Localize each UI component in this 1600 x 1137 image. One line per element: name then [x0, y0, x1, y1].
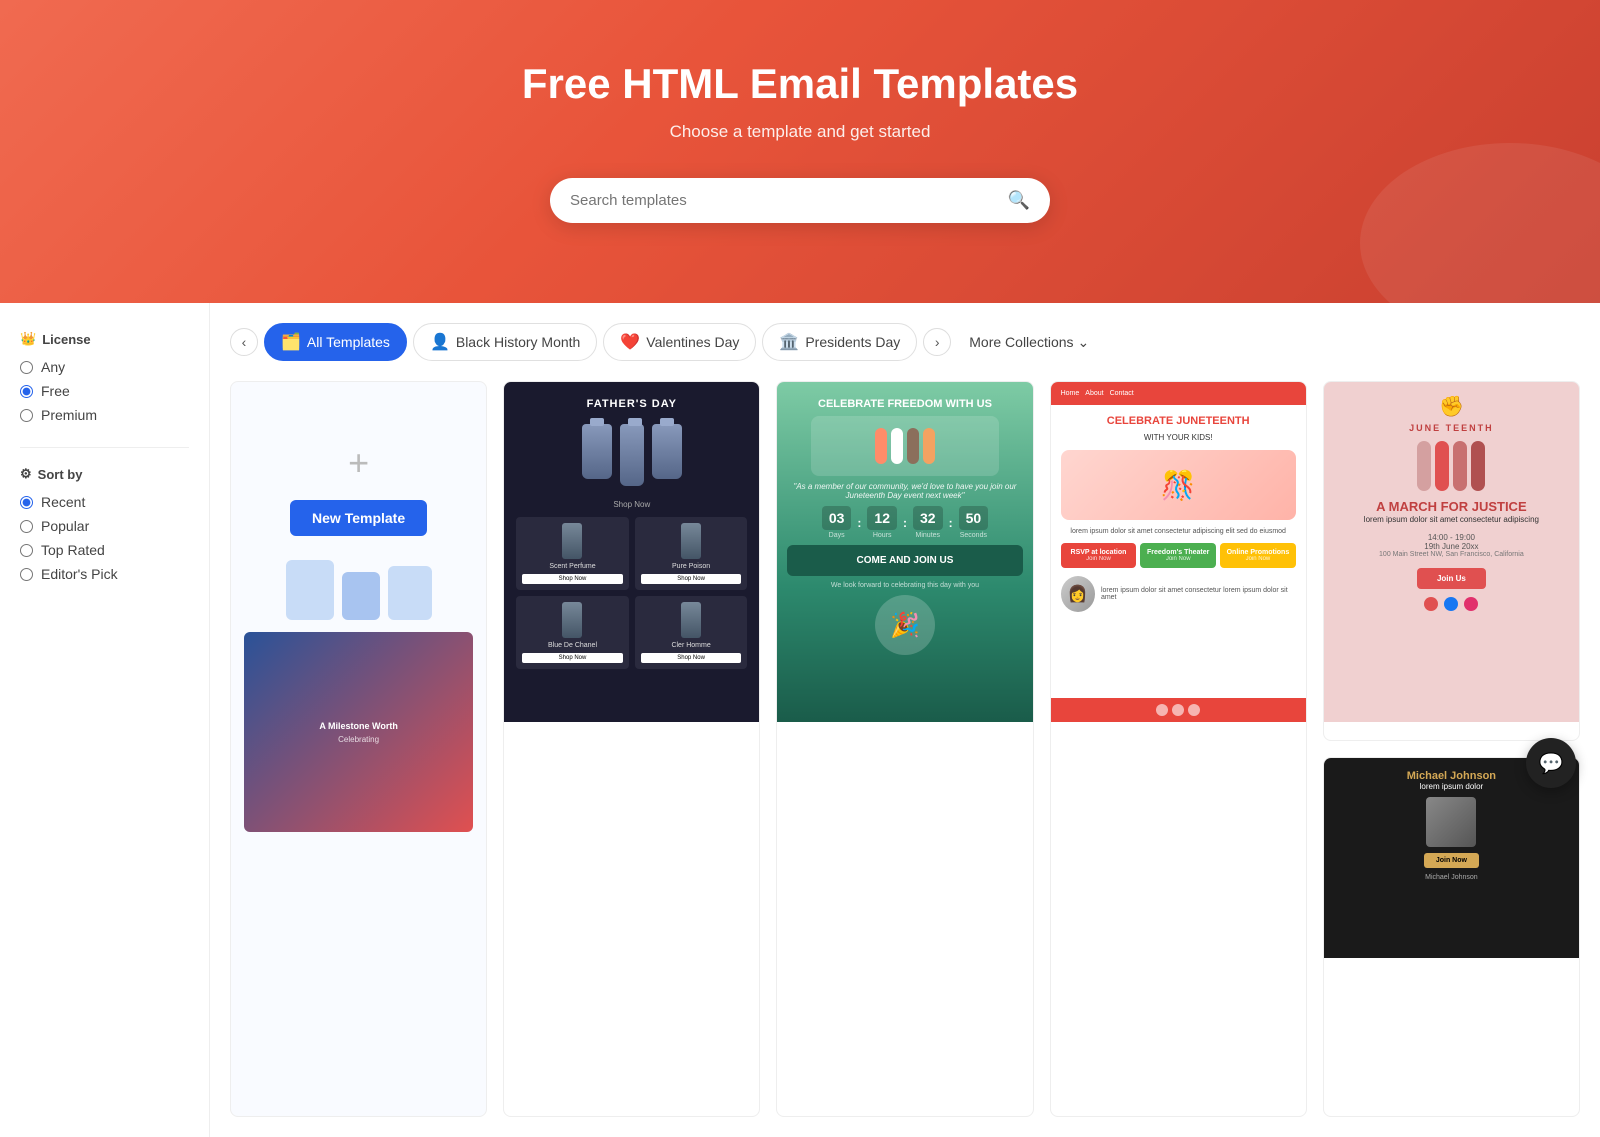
milestone-mini-preview: A Milestone Worth Celebrating: [244, 632, 474, 832]
license-premium-radio[interactable]: [20, 409, 33, 422]
more-collections-button[interactable]: More Collections ⌄: [957, 326, 1101, 359]
sort-top-rated-radio[interactable]: [20, 544, 33, 557]
bottle-1: [582, 424, 612, 479]
search-bar: 🔍: [550, 178, 1050, 223]
new-template-illustration: [270, 560, 448, 620]
juneteenth-green-preview: CELEBRATE FREEDOM WITH US "As a member o…: [777, 382, 1032, 722]
sort-editors-pick-radio[interactable]: [20, 568, 33, 581]
sortby-radio-group: Recent Popular Top Rated Editor's Pick: [20, 494, 189, 582]
presidents-icon: 🏛️: [779, 332, 799, 352]
hero-section: Free HTML Email Templates Choose a templ…: [0, 0, 1600, 303]
valentines-icon: ❤️: [620, 332, 640, 352]
tab-valentines-day[interactable]: ❤️ Valentines Day: [603, 323, 756, 361]
license-section-title: 👑 License: [20, 331, 189, 347]
sort-popular[interactable]: Popular: [20, 518, 189, 534]
hero-subtitle: Choose a template and get started: [20, 122, 1580, 142]
all-templates-icon: 🗂️: [281, 332, 301, 352]
sort-editors-pick[interactable]: Editor's Pick: [20, 566, 189, 582]
license-free-radio[interactable]: [20, 385, 33, 398]
hero-title: Free HTML Email Templates: [20, 60, 1580, 108]
template-card-fathers-day[interactable]: FATHER'S DAY Shop Now Scent Perfume Shop…: [503, 381, 760, 1117]
template-card-juneteenth-red[interactable]: Home About Contact CELEBRATE JUNETEENTH …: [1050, 381, 1307, 1117]
sort-popular-radio[interactable]: [20, 520, 33, 533]
plus-icon: +: [348, 442, 369, 484]
tab-presidents-day[interactable]: 🏛️ Presidents Day: [762, 323, 917, 361]
product-1: Scent Perfume Shop Now: [516, 517, 629, 590]
collection-tabs: ‹ 🗂️ All Templates 👤 Black History Month…: [230, 323, 1580, 361]
profile-photo: [1426, 797, 1476, 847]
tab-all-templates[interactable]: 🗂️ All Templates: [264, 323, 407, 361]
sort-top-rated[interactable]: Top Rated: [20, 542, 189, 558]
search-icon[interactable]: 🔍: [1008, 190, 1030, 211]
product-2: Pure Poison Shop Now: [635, 517, 748, 590]
sidebar: 👑 License Any Free Premium ⚙ Sort by: [0, 303, 210, 1137]
product-4: Cler Homme Shop Now: [635, 596, 748, 669]
template-card-march-justice[interactable]: ✊ JUNE TEENTH A MARCH FOR JUSTICE lorem …: [1323, 381, 1580, 741]
license-any-radio[interactable]: [20, 361, 33, 374]
templates-area: ‹ 🗂️ All Templates 👤 Black History Month…: [210, 303, 1600, 1137]
juneteenth-red-preview: Home About Contact CELEBRATE JUNETEENTH …: [1051, 382, 1306, 722]
march-justice-preview: ✊ JUNE TEENTH A MARCH FOR JUSTICE lorem …: [1324, 382, 1579, 722]
fathers-day-preview: FATHER'S DAY Shop Now Scent Perfume Shop…: [504, 382, 759, 722]
template-card-juneteenth-green[interactable]: CELEBRATE FREEDOM WITH US "As a member o…: [776, 381, 1033, 1117]
tab-next-btn[interactable]: ›: [923, 328, 951, 356]
license-any[interactable]: Any: [20, 359, 189, 375]
illus-card-3: [388, 566, 432, 620]
chat-icon: 💬: [1539, 751, 1564, 776]
illus-card-2: [342, 572, 380, 620]
main-content: 👑 License Any Free Premium ⚙ Sort by: [0, 303, 1600, 1137]
template-card-michael-johnson[interactable]: Michael Johnson lorem ipsum dolor Join N…: [1323, 757, 1580, 1117]
crown-icon: 👑: [20, 331, 36, 347]
chevron-down-icon: ⌄: [1078, 334, 1090, 351]
chat-bubble-button[interactable]: 💬: [1526, 738, 1576, 788]
bottle-3: [652, 424, 682, 479]
new-template-button[interactable]: New Template: [290, 500, 427, 536]
sidebar-divider: [20, 447, 189, 448]
product-3: Blue De Chanel Shop Now: [516, 596, 629, 669]
sort-recent[interactable]: Recent: [20, 494, 189, 510]
templates-grid: + New Template A Milestone Worth Celebra…: [230, 381, 1580, 1117]
sort-icon: ⚙: [20, 466, 32, 482]
black-history-icon: 👤: [430, 332, 450, 352]
new-template-card[interactable]: + New Template A Milestone Worth Celebra…: [230, 381, 487, 1117]
sort-recent-radio[interactable]: [20, 496, 33, 509]
license-free[interactable]: Free: [20, 383, 189, 399]
tab-black-history-month[interactable]: 👤 Black History Month: [413, 323, 597, 361]
search-input[interactable]: [570, 192, 1008, 209]
bottle-2: [620, 424, 644, 486]
license-premium[interactable]: Premium: [20, 407, 189, 423]
illus-card-1: [286, 560, 334, 620]
sortby-section-title: ⚙ Sort by: [20, 466, 189, 482]
license-radio-group: Any Free Premium: [20, 359, 189, 423]
tab-prev-btn[interactable]: ‹: [230, 328, 258, 356]
michael-johnson-preview: Michael Johnson lorem ipsum dolor Join N…: [1324, 758, 1579, 958]
